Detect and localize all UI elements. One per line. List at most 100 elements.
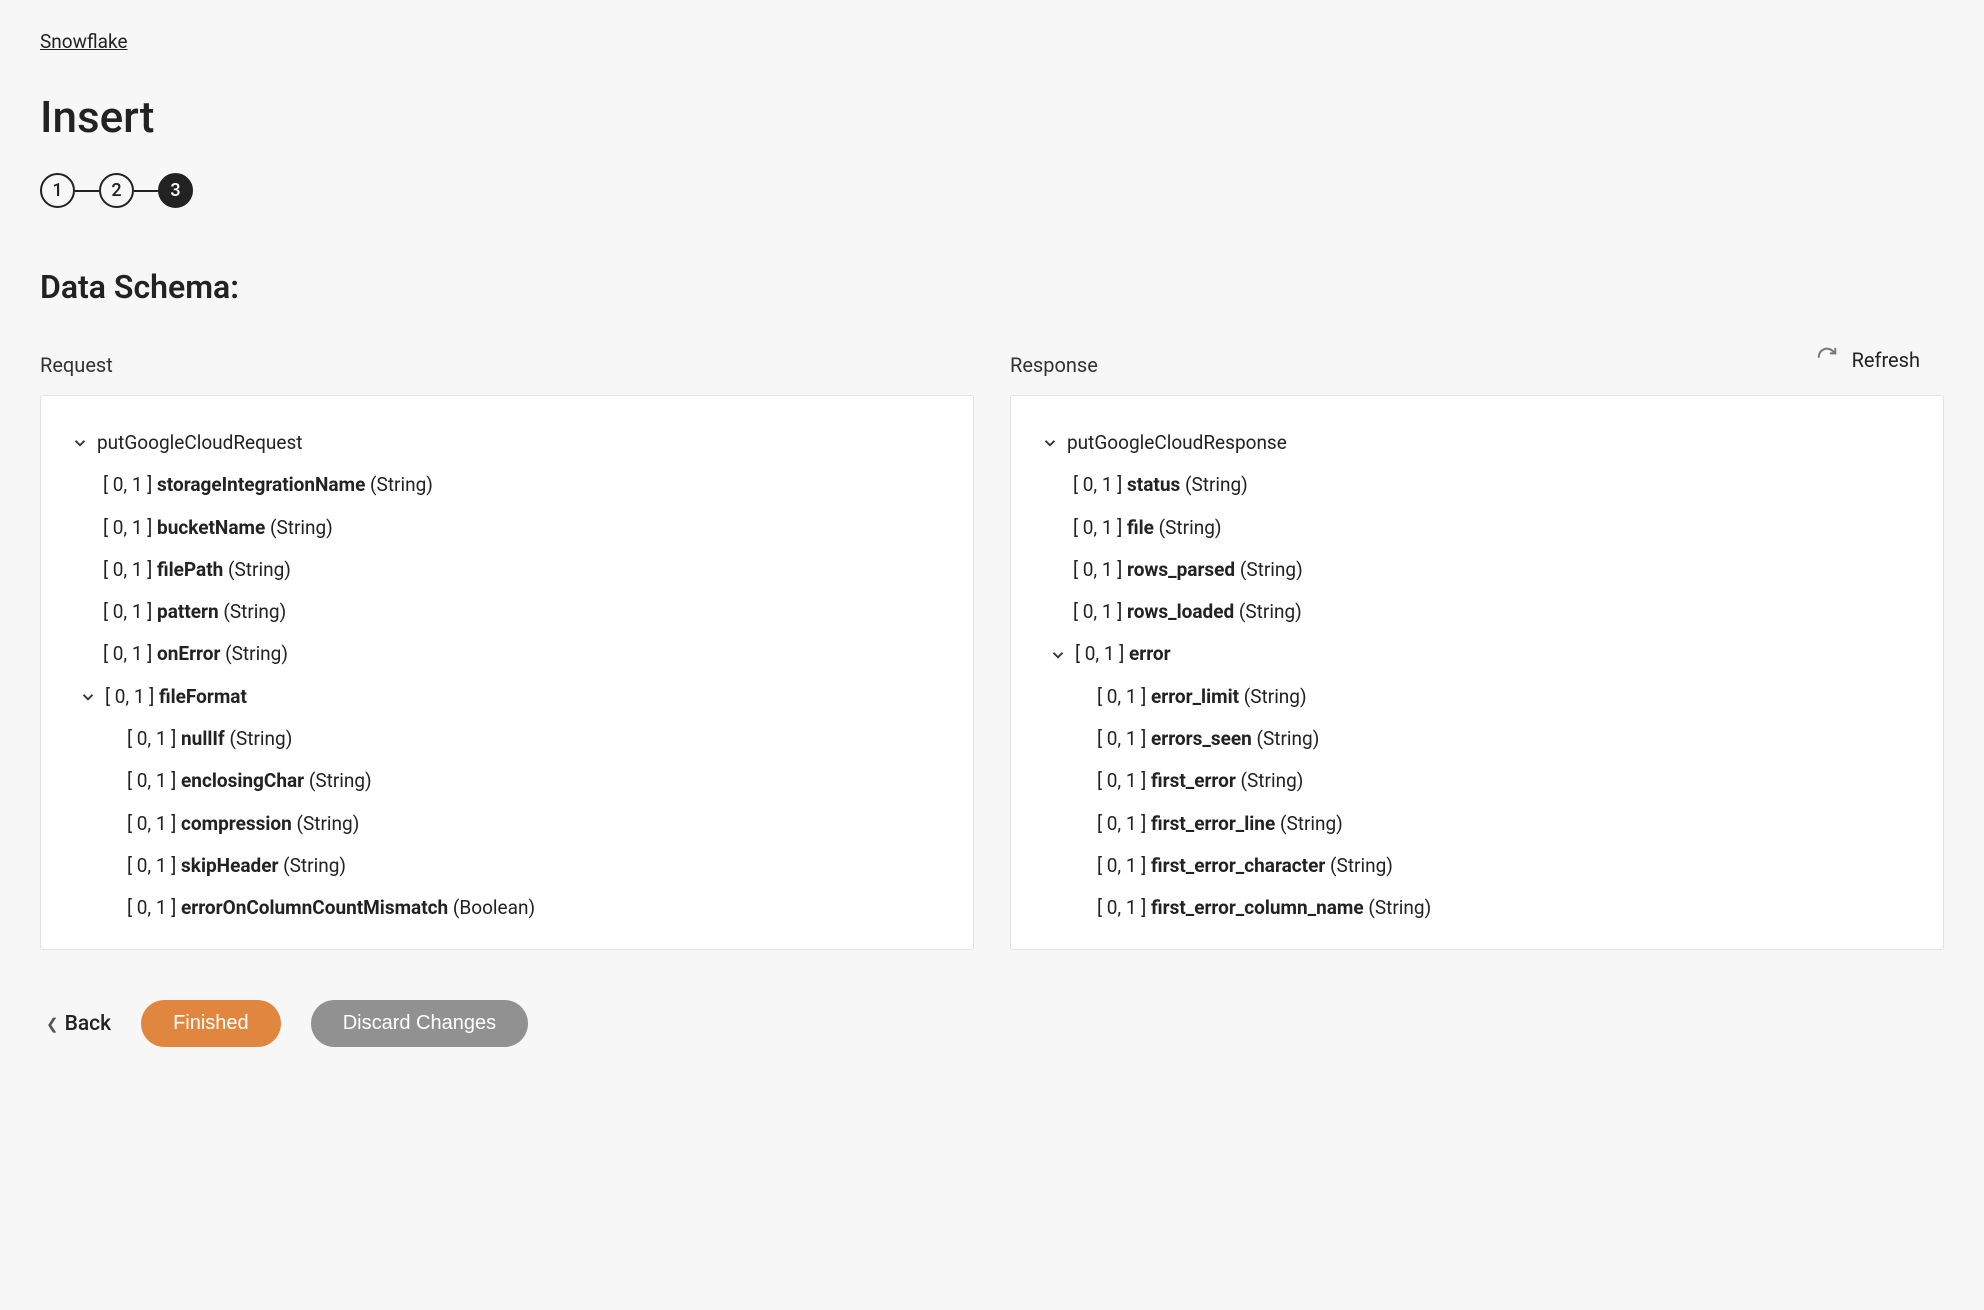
schema-field[interactable]: [ 0, 1 ] first_error (String)	[1041, 760, 1913, 802]
field-name: bucketName	[157, 512, 265, 544]
request-header: Request	[40, 353, 974, 377]
field-name: status	[1127, 469, 1180, 501]
schema-field[interactable]: [ 0, 1 ] status (String)	[1041, 464, 1913, 506]
cardinality: [ 0, 1 ]	[105, 681, 154, 713]
schema-field[interactable]: [ 0, 1 ] onError (String)	[71, 633, 943, 675]
step-1[interactable]: 1	[40, 173, 75, 208]
chevron-down-icon	[71, 434, 89, 452]
field-type: (String)	[1159, 512, 1222, 544]
tree-root[interactable]: putGoogleCloudResponse	[1041, 422, 1913, 464]
field-name: nullIf	[181, 723, 225, 755]
tree-root[interactable]: putGoogleCloudRequest	[71, 422, 943, 464]
field-name: storageIntegrationName	[157, 469, 365, 501]
field-type: (String)	[370, 469, 433, 501]
step-2[interactable]: 2	[99, 173, 134, 208]
field-type: (String)	[270, 512, 333, 544]
schema-field[interactable]: [ 0, 1 ] nullIf (String)	[71, 718, 943, 760]
field-name: file	[1127, 512, 1154, 544]
cardinality: [ 0, 1 ]	[127, 850, 176, 882]
cardinality: [ 0, 1 ]	[127, 808, 176, 840]
field-type: (String)	[1185, 469, 1248, 501]
field-type: (String)	[1368, 892, 1431, 924]
field-type: (String)	[228, 554, 291, 586]
schema-field[interactable]: [ 0, 1 ] skipHeader (String)	[71, 845, 943, 887]
schema-field[interactable]: [ 0, 1 ] enclosingChar (String)	[71, 760, 943, 802]
cardinality: [ 0, 1 ]	[103, 596, 152, 628]
cardinality: [ 0, 1 ]	[1097, 765, 1146, 797]
field-type: (String)	[296, 808, 359, 840]
field-type: (String)	[1244, 681, 1307, 713]
schema-field[interactable]: [ 0, 1 ] first_error_column_name (String…	[1041, 887, 1913, 929]
back-label: Back	[65, 1012, 112, 1036]
section-title: Data Schema:	[40, 268, 1944, 306]
cardinality: [ 0, 1 ]	[1073, 469, 1122, 501]
cardinality: [ 0, 1 ]	[127, 723, 176, 755]
breadcrumb-snowflake[interactable]: Snowflake	[40, 30, 128, 53]
field-name: skipHeader	[181, 850, 278, 882]
schema-field[interactable]: [ 0, 1 ] storageIntegrationName (String)	[71, 464, 943, 506]
cardinality: [ 0, 1 ]	[103, 512, 152, 544]
field-name: errorOnColumnCountMismatch	[181, 892, 448, 924]
field-name: rows_loaded	[1127, 596, 1234, 628]
field-type: (String)	[225, 638, 288, 670]
finished-button[interactable]: Finished	[141, 1000, 281, 1047]
field-type: (String)	[1239, 596, 1302, 628]
page-title: Insert	[40, 91, 1944, 143]
step-3[interactable]: 3	[158, 173, 193, 208]
cardinality: [ 0, 1 ]	[103, 554, 152, 586]
cardinality: [ 0, 1 ]	[1075, 638, 1124, 670]
schema-field[interactable]: [ 0, 1 ] rows_parsed (String)	[1041, 549, 1913, 591]
schema-field[interactable]: [ 0, 1 ] first_error_line (String)	[1041, 803, 1913, 845]
schema-field[interactable]: [ 0, 1 ] errorOnColumnCountMismatch (Boo…	[71, 887, 943, 929]
schema-field-expandable[interactable]: [ 0, 1 ] fileFormat	[71, 676, 943, 718]
field-name: fileFormat	[159, 681, 247, 713]
schema-field[interactable]: [ 0, 1 ] rows_loaded (String)	[1041, 591, 1913, 633]
chevron-down-icon	[79, 688, 97, 706]
step-connector	[134, 190, 158, 192]
field-name: errors_seen	[1151, 723, 1252, 755]
field-type: (String)	[1330, 850, 1393, 882]
schema-field[interactable]: [ 0, 1 ] error_limit (String)	[1041, 676, 1913, 718]
cardinality: [ 0, 1 ]	[1097, 808, 1146, 840]
cardinality: [ 0, 1 ]	[1097, 850, 1146, 882]
field-type: (String)	[1241, 765, 1304, 797]
schema-field[interactable]: [ 0, 1 ] compression (String)	[71, 803, 943, 845]
field-name: compression	[181, 808, 292, 840]
schema-field[interactable]: [ 0, 1 ] file (String)	[1041, 507, 1913, 549]
field-name: first_error	[1151, 765, 1236, 797]
cardinality: [ 0, 1 ]	[1073, 512, 1122, 544]
field-name: rows_parsed	[1127, 554, 1235, 586]
discard-changes-button[interactable]: Discard Changes	[311, 1000, 528, 1047]
field-name: enclosingChar	[181, 765, 304, 797]
chevron-down-icon	[1041, 434, 1059, 452]
cardinality: [ 0, 1 ]	[1097, 681, 1146, 713]
tree-root-label: putGoogleCloudRequest	[97, 427, 303, 459]
response-header: Response	[1010, 353, 1944, 377]
schema-field[interactable]: [ 0, 1 ] errors_seen (String)	[1041, 718, 1913, 760]
field-name: first_error_line	[1151, 808, 1275, 840]
schema-field[interactable]: [ 0, 1 ] first_error_character (String)	[1041, 845, 1913, 887]
schema-field[interactable]: [ 0, 1 ] pattern (String)	[71, 591, 943, 633]
field-type: (String)	[1256, 723, 1319, 755]
stepper: 1 2 3	[40, 173, 1944, 208]
cardinality: [ 0, 1 ]	[1097, 892, 1146, 924]
cardinality: [ 0, 1 ]	[127, 892, 176, 924]
schema-field[interactable]: [ 0, 1 ] bucketName (String)	[71, 507, 943, 549]
cardinality: [ 0, 1 ]	[103, 469, 152, 501]
field-name: first_error_character	[1151, 850, 1325, 882]
field-type: (Boolean)	[453, 892, 535, 924]
cardinality: [ 0, 1 ]	[103, 638, 152, 670]
field-type: (String)	[1280, 808, 1343, 840]
field-name: error_limit	[1151, 681, 1239, 713]
schema-field[interactable]: [ 0, 1 ] filePath (String)	[71, 549, 943, 591]
footer: ❮ Back Finished Discard Changes	[40, 1000, 1944, 1047]
chevron-left-icon: ❮	[46, 1015, 59, 1033]
field-type: (String)	[309, 765, 372, 797]
cardinality: [ 0, 1 ]	[1073, 554, 1122, 586]
field-type: (String)	[1240, 554, 1303, 586]
response-panel: putGoogleCloudResponse [ 0, 1 ] status (…	[1010, 395, 1944, 950]
back-button[interactable]: ❮ Back	[46, 1012, 111, 1036]
field-name: onError	[157, 638, 220, 670]
schema-field-expandable[interactable]: [ 0, 1 ] error	[1041, 633, 1913, 675]
cardinality: [ 0, 1 ]	[1097, 723, 1146, 755]
